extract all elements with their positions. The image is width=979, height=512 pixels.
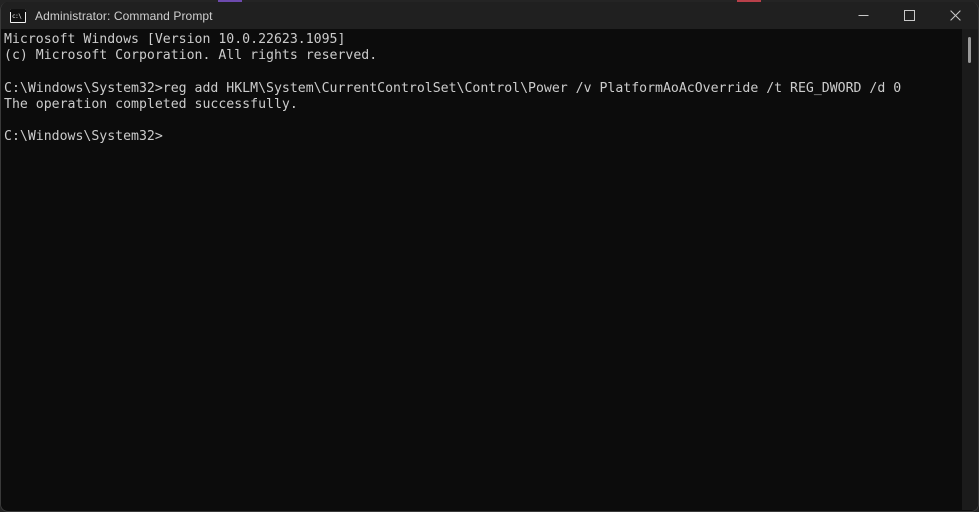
title-bar[interactable]: c:\ Administrator: Command Prompt (1, 2, 978, 29)
window-controls (840, 2, 978, 29)
console-scrollbar[interactable] (962, 29, 978, 510)
command-prompt-icon: c:\ (10, 8, 26, 23)
console-scrollbar-thumb[interactable] (968, 37, 971, 63)
command-prompt-icon-glyph: c:\ (11, 11, 25, 22)
minimize-icon (858, 15, 868, 16)
maximize-button[interactable] (886, 2, 932, 29)
close-button[interactable] (932, 2, 978, 29)
maximize-icon (903, 10, 915, 21)
command-prompt-window: c:\ Administrator: Command Prompt Micros… (0, 2, 979, 512)
console-output-area[interactable]: Microsoft Windows [Version 10.0.22623.10… (1, 29, 978, 510)
console-text: Microsoft Windows [Version 10.0.22623.10… (4, 32, 902, 145)
close-icon (949, 10, 961, 21)
minimize-button[interactable] (840, 2, 886, 29)
window-title: Administrator: Command Prompt (35, 8, 213, 23)
